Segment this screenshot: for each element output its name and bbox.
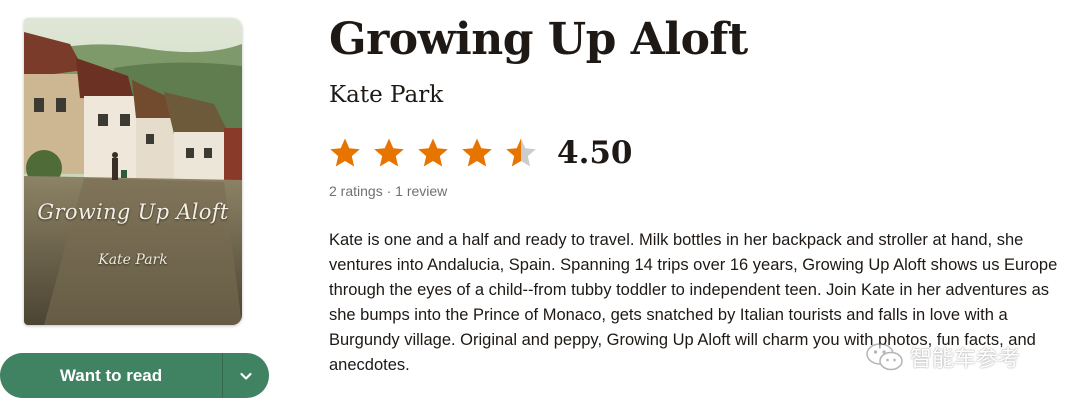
want-to-read-button[interactable]: Want to read: [0, 353, 222, 398]
watermark: 智能车参考: [866, 341, 1020, 373]
author-link[interactable]: Kate Park: [329, 82, 443, 108]
star-rating: [329, 137, 537, 169]
counts-separator: ·: [386, 183, 392, 199]
chevron-down-icon: [240, 372, 252, 380]
star-full-icon: [462, 138, 492, 167]
watermark-text: 智能车参考: [910, 347, 1021, 372]
star-full-icon: [374, 138, 404, 167]
ratings-reviews-count: 2 ratings · 1 review: [329, 183, 447, 199]
reviews-count-link[interactable]: 1 review: [395, 183, 447, 199]
ratings-count-link[interactable]: 2 ratings: [329, 183, 383, 199]
book-title: Growing Up Aloft: [329, 14, 748, 65]
cover-illustration: [24, 18, 242, 325]
cover-author: Kate Park: [98, 252, 168, 268]
star-half-icon: [506, 138, 536, 167]
shelf-dropdown-button[interactable]: [223, 353, 269, 398]
cover-title: Growing Up Aloft: [37, 200, 229, 224]
rating-row: 4.50: [329, 133, 633, 173]
wechat-icon: [866, 343, 903, 371]
want-to-read-button-group: Want to read: [0, 353, 269, 398]
star-full-icon: [330, 138, 360, 167]
star-full-icon: [418, 138, 448, 167]
book-cover[interactable]: Growing Up Aloft Kate Park: [24, 18, 242, 325]
average-rating: 4.50: [557, 135, 633, 171]
